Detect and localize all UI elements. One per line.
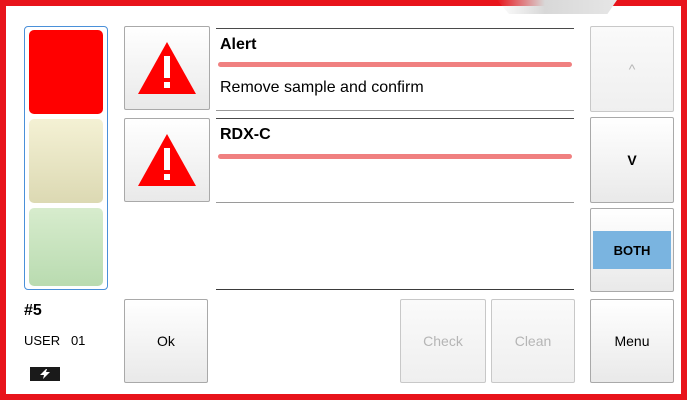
alert-row[interactable]: RDX-C: [216, 118, 574, 204]
alert-title: Alert: [220, 36, 257, 53]
alert-severity-bar: [218, 154, 572, 159]
yellow-status-light: [29, 119, 103, 203]
row-bottom-border: [216, 110, 574, 111]
user-label: USER 01: [24, 333, 86, 348]
alert-title: RDX-C: [220, 126, 271, 143]
alert-icon-button[interactable]: [124, 26, 210, 110]
alert-row[interactable]: Alert Remove sample and confirm: [216, 28, 574, 112]
bezel-shadow: [497, 0, 617, 14]
row-top-border: [216, 28, 574, 29]
row-bottom-border: [216, 202, 574, 203]
red-status-light: [29, 30, 103, 114]
check-button[interactable]: Check: [400, 299, 486, 383]
warning-triangle-icon: [138, 134, 196, 186]
both-label: BOTH: [593, 231, 671, 269]
both-toggle-button[interactable]: BOTH: [590, 208, 674, 292]
alert-message: Remove sample and confirm: [220, 79, 424, 96]
list-divider: [216, 289, 574, 290]
clean-button[interactable]: Clean: [491, 299, 575, 383]
warning-triangle-icon: [138, 42, 196, 94]
green-status-light: [29, 208, 103, 286]
scroll-down-button[interactable]: V: [590, 117, 674, 203]
ok-button[interactable]: Ok: [124, 299, 208, 383]
sample-number: #5: [24, 302, 42, 319]
alert-severity-bar: [218, 62, 572, 67]
row-top-border: [216, 118, 574, 119]
menu-button[interactable]: Menu: [590, 299, 674, 383]
battery-charging-icon: [30, 367, 60, 381]
alert-icon-button[interactable]: [124, 118, 210, 202]
status-light-column: [24, 26, 108, 290]
scroll-up-button[interactable]: ^: [590, 26, 674, 112]
